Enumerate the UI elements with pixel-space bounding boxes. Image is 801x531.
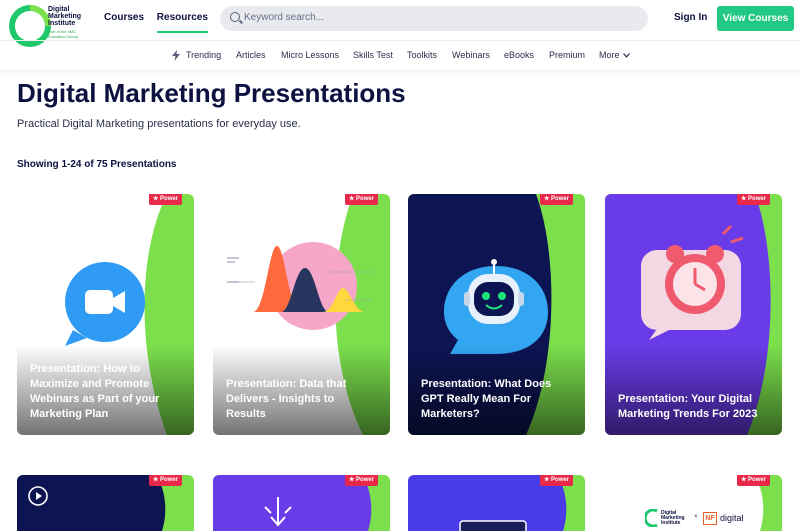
robot-icon xyxy=(444,259,548,354)
nav-resources[interactable]: Resources xyxy=(156,12,208,33)
subnav-toolkits[interactable]: Toolkits xyxy=(407,50,437,60)
power-badge: ★ Power xyxy=(345,194,379,205)
card-title: Presentation: How to Maximize and Promot… xyxy=(30,363,160,420)
power-badge: ★ Power xyxy=(737,475,771,486)
power-badge: ★ Power xyxy=(540,475,574,486)
search-input[interactable]: Keyword search... xyxy=(220,6,648,31)
main-nav: Courses Resources xyxy=(104,12,218,33)
page-title: Digital Marketing Presentations xyxy=(17,78,406,108)
resources-subnav: Trending Articles Micro Lessons Skills T… xyxy=(0,40,801,70)
partner-x: × xyxy=(694,514,698,520)
view-courses-button[interactable]: View Courses xyxy=(717,6,794,31)
distribution-chart-icon xyxy=(227,242,373,330)
search-placeholder: Keyword search... xyxy=(244,12,325,23)
presentation-card[interactable]: Presentation: Your Digital Marketing Tre… xyxy=(605,194,782,435)
subnav-webinars[interactable]: Webinars xyxy=(452,50,490,60)
logo-subtitle: Part of the IIMC Education Group xyxy=(48,29,79,39)
power-badge: ★ Power xyxy=(149,475,183,486)
top-header: Digital Marketing Institute Part of the … xyxy=(0,0,801,47)
subnav-more[interactable]: More xyxy=(599,50,620,60)
search-icon xyxy=(230,12,240,22)
play-icon xyxy=(28,486,48,506)
card-title: Presentation: Data that Delivers - Insig… xyxy=(226,378,347,420)
sign-in-link[interactable]: Sign In xyxy=(674,12,707,23)
subnav-ebooks[interactable]: eBooks xyxy=(504,50,534,60)
logo-text: Digital Marketing Institute xyxy=(48,6,82,27)
download-arrows-icon xyxy=(264,497,292,527)
nf-logo: NF xyxy=(703,512,717,525)
card-title: Presentation: Your Digital Marketing Tre… xyxy=(618,393,758,420)
subnav-skills-test[interactable]: Skills Test xyxy=(353,50,393,60)
video-chat-icon xyxy=(65,262,145,346)
lightning-icon xyxy=(172,50,180,61)
power-badge: ★ Power xyxy=(540,194,574,205)
partner-logo-text: Digital Marketing Institute xyxy=(661,510,685,526)
alarm-clock-icon xyxy=(641,224,744,340)
presentation-card[interactable]: Presentation: What Does GPT Really Mean … xyxy=(408,194,585,435)
presentation-card[interactable]: Presentation: How to Maximize and Promot… xyxy=(17,194,194,435)
dmi-logo-mark xyxy=(645,509,658,527)
partner-name: digital xyxy=(720,513,744,523)
subnav-trending[interactable]: Trending xyxy=(186,50,221,60)
chevron-down-icon[interactable] xyxy=(623,53,630,58)
subnav-micro-lessons[interactable]: Micro Lessons xyxy=(281,50,339,60)
laptop-icon xyxy=(459,520,527,531)
subnav-articles[interactable]: Articles xyxy=(236,50,266,60)
power-badge: ★ Power xyxy=(149,194,183,205)
page-description: Practical Digital Marketing presentation… xyxy=(17,118,301,130)
nav-courses[interactable]: Courses xyxy=(104,12,144,23)
card-title: Presentation: What Does GPT Really Mean … xyxy=(421,378,552,420)
presentation-card[interactable]: Presentation: Data that Delivers - Insig… xyxy=(213,194,390,435)
power-badge: ★ Power xyxy=(345,475,379,486)
subnav-premium[interactable]: Premium xyxy=(549,50,585,60)
power-badge: ★ Power xyxy=(737,194,771,205)
results-count: Showing 1-24 of 75 Presentations xyxy=(17,159,177,170)
